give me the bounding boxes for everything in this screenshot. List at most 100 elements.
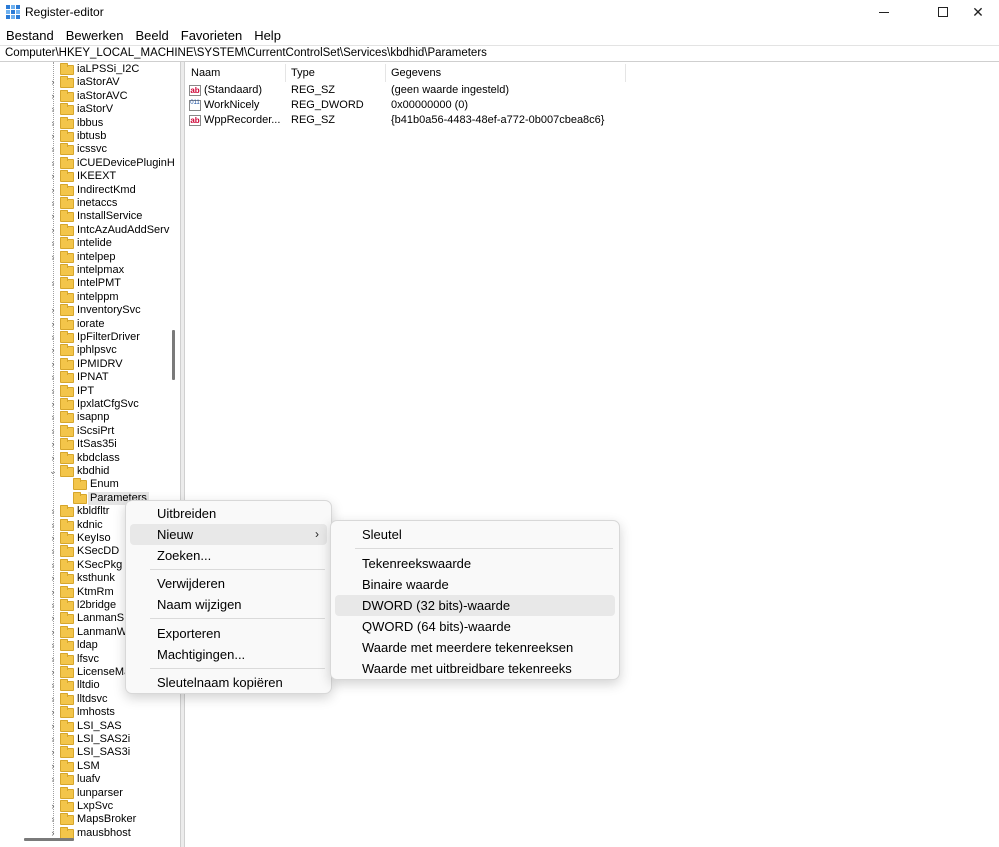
tree-item[interactable]: › luafv	[0, 773, 180, 786]
tree-item[interactable]: › kbdclass	[0, 451, 180, 465]
tree-item[interactable]: › lmhosts	[0, 706, 180, 719]
tree-item[interactable]: › iaStorAV	[0, 76, 180, 89]
submenu-tekenreekswaarde[interactable]: Tekenreekswaarde	[335, 553, 615, 574]
tree-item-label: kdnic	[77, 518, 103, 531]
tree-item[interactable]: › LSI_SAS	[0, 719, 180, 733]
menu-uitbreiden[interactable]: Uitbreiden	[130, 503, 327, 524]
menu-nieuw[interactable]: Nieuw ›	[130, 524, 327, 545]
folder-icon	[60, 759, 74, 772]
value-row[interactable]: ab WppRecorder... REG_SZ {b41b0a56-4483-4…	[186, 113, 626, 128]
tree-item-label: lltdio	[77, 679, 100, 692]
tree-item[interactable]: › isapnp	[0, 411, 180, 424]
value-row[interactable]: 011 WorkNicely REG_DWORD 0x00000000 (0)	[186, 98, 626, 113]
submenu-sleutel[interactable]: Sleutel	[335, 524, 615, 545]
folder-icon	[60, 786, 74, 799]
tree-item[interactable]: › iaStorAVC	[0, 89, 180, 103]
folder-icon	[60, 652, 74, 665]
tree-item[interactable]: intelpmax	[0, 264, 180, 277]
tree-item-label: ldap	[77, 639, 98, 652]
folder-icon	[60, 384, 74, 397]
tree-item[interactable]: › intelpep	[0, 250, 180, 264]
menu-separator	[150, 618, 325, 619]
tree-item[interactable]: › IPT	[0, 384, 180, 398]
registry-editor-icon	[6, 5, 20, 19]
tree-item-label: IntcAzAudAddServ	[77, 223, 170, 236]
tree-item[interactable]: › IpxlatCfgSvc	[0, 398, 180, 411]
key-tree[interactable]: iaLPSSi_I2C › iaStorAV › iaStorAVC › iaStorV › i…	[0, 62, 181, 847]
value-row[interactable]: ab (Standaard) REG_SZ (geen waarde ingest…	[186, 83, 626, 98]
tree-item[interactable]: › intelide	[0, 237, 180, 250]
menu-bewerken[interactable]: Bewerken	[66, 28, 124, 43]
tree-item[interactable]: › IpFilterDriver	[0, 331, 180, 344]
menu-bar: Bestand Bewerken Beeld Favorieten Help	[0, 25, 999, 45]
column-gegevens[interactable]: Gegevens	[386, 64, 626, 82]
tree-item[interactable]: › InventorySvc	[0, 304, 180, 317]
menu-exporteren[interactable]: Exporteren	[130, 623, 327, 644]
tree-item[interactable]: › ibtusb	[0, 130, 180, 143]
menu-sleutelnaam-kopieren[interactable]: Sleutelnaam kopiëren	[130, 672, 327, 693]
folder-icon	[60, 277, 74, 290]
tree-item[interactable]: › iphlpsvc	[0, 344, 180, 357]
tree-item[interactable]: › IKEEXT	[0, 170, 180, 183]
menu-zoeken[interactable]: Zoeken...	[130, 545, 327, 566]
tree-item[interactable]: › icssvc	[0, 143, 180, 156]
tree-item[interactable]: › ItSas35i	[0, 438, 180, 451]
tree-item[interactable]: › IndirectKmd	[0, 183, 180, 197]
menu-verwijderen[interactable]: Verwijderen	[130, 573, 327, 594]
pane-splitter[interactable]	[181, 62, 185, 847]
folder-icon	[60, 612, 74, 625]
tree-item[interactable]: › inetaccs	[0, 197, 180, 210]
tree-item-label: MapsBroker	[77, 813, 137, 826]
tree-item[interactable]: › lltdsvc	[0, 692, 180, 706]
address-bar[interactable]: Computer\HKEY_LOCAL_MACHINE\SYSTEM\Curre…	[0, 45, 999, 62]
menu-machtigingen[interactable]: Machtigingen...	[130, 644, 327, 665]
submenu-binaire-waarde[interactable]: Binaire waarde	[335, 574, 615, 595]
tree-item[interactable]: › InstallService	[0, 210, 180, 223]
tree-item[interactable]: › iScsiPrt	[0, 424, 180, 438]
tree-item[interactable]: › IPNAT	[0, 371, 180, 384]
tree-item-label: KeyIso	[77, 532, 111, 544]
folder-icon	[60, 532, 74, 544]
submenu-dword-waarde[interactable]: DWORD (32 bits)-waarde	[335, 595, 615, 616]
menu-help[interactable]: Help	[254, 28, 281, 43]
tree-horizontal-scrollbar[interactable]	[24, 838, 74, 841]
tree-item-label: mausbhost	[77, 826, 131, 839]
tree-item[interactable]: ⌄ kbdhid	[0, 465, 180, 478]
folder-icon	[60, 773, 74, 786]
submenu-uitbreidbare-tekenreeks[interactable]: Waarde met uitbreidbare tekenreeks	[335, 658, 615, 679]
minimize-icon	[879, 11, 889, 13]
tree-item[interactable]: › IntcAzAudAddServ	[0, 223, 180, 237]
tree-item[interactable]: › LxpSvc	[0, 800, 180, 813]
close-icon: ✕	[972, 3, 984, 20]
tree-item[interactable]: › LSI_SAS3i	[0, 746, 180, 759]
menu-beeld[interactable]: Beeld	[136, 28, 169, 43]
close-button[interactable]: ✕	[955, 0, 999, 24]
tree-item-label: iphlpsvc	[77, 344, 117, 357]
folder-icon	[60, 250, 74, 263]
tree-item[interactable]: Enum	[0, 478, 180, 491]
tree-item[interactable]: › iorate	[0, 317, 180, 331]
tree-item[interactable]: › MapsBroker	[0, 813, 180, 826]
column-naam[interactable]: Naam	[186, 64, 286, 82]
tree-scrollbar[interactable]	[172, 330, 175, 380]
folder-icon	[60, 130, 74, 142]
tree-item[interactable]: lunparser	[0, 786, 180, 800]
folder-icon	[73, 491, 87, 504]
tree-item[interactable]: › IPMIDRV	[0, 357, 180, 371]
menu-favorieten[interactable]: Favorieten	[181, 28, 242, 43]
submenu-qword-waarde[interactable]: QWORD (64 bits)-waarde	[335, 616, 615, 637]
column-type[interactable]: Type	[286, 64, 386, 82]
tree-item-label: KSecPkg	[77, 558, 123, 571]
tree-item[interactable]: intelppm	[0, 290, 180, 304]
menu-naam-wijzigen[interactable]: Naam wijzigen	[130, 594, 327, 615]
menu-bestand[interactable]: Bestand	[6, 28, 54, 43]
submenu-meerdere-tekenreeksen[interactable]: Waarde met meerdere tekenreeksen	[335, 637, 615, 658]
tree-item[interactable]: iaLPSSi_I2C	[0, 63, 180, 76]
tree-item[interactable]: › LSI_SAS2i	[0, 733, 180, 746]
tree-item[interactable]: › iCUEDevicePluginH	[0, 156, 180, 170]
tree-item[interactable]: › IntelPMT	[0, 277, 180, 290]
minimize-button[interactable]	[861, 0, 907, 24]
tree-item[interactable]: › ibbus	[0, 116, 180, 130]
tree-item[interactable]: › LSM	[0, 759, 180, 773]
tree-item[interactable]: › iaStorV	[0, 103, 180, 116]
